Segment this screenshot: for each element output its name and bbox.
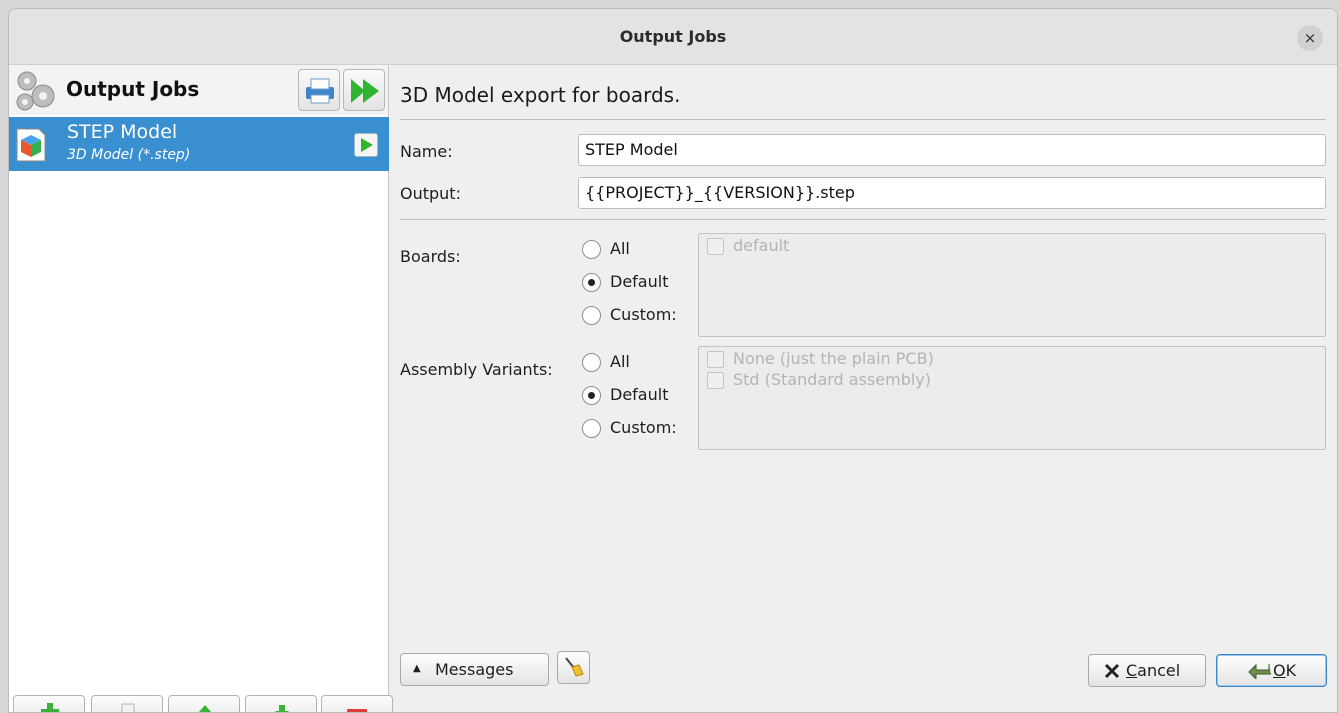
boards-option-label: Custom: bbox=[610, 305, 677, 324]
job-list-item-step-model[interactable]: STEP Model 3D Model (*.step) bbox=[9, 117, 389, 171]
job-type: 3D Model (*.step) bbox=[67, 147, 191, 163]
variant-checkbox bbox=[707, 351, 724, 368]
jobs-panel: Output Jobs STEP Model 3D Model (*.step) bbox=[9, 65, 393, 712]
add-job-button[interactable] bbox=[13, 695, 85, 712]
variants-option-label: All bbox=[610, 352, 630, 371]
move-down-button[interactable] bbox=[245, 695, 317, 712]
messages-button-label: Messages bbox=[435, 660, 514, 679]
output-label: Output: bbox=[400, 184, 461, 203]
ok-button[interactable]: OK bbox=[1216, 654, 1327, 687]
messages-button[interactable]: ▲ Messages bbox=[400, 653, 549, 686]
variants-radio-default[interactable] bbox=[582, 386, 601, 405]
run-all-button[interactable] bbox=[343, 69, 385, 111]
boards-radio-all[interactable] bbox=[582, 240, 601, 259]
job-description: 3D Model export for boards. bbox=[400, 83, 681, 107]
run-all-icon bbox=[351, 79, 379, 103]
move-up-button[interactable] bbox=[168, 695, 240, 712]
divider bbox=[400, 219, 1326, 220]
cancel-button-label: Cancel bbox=[1126, 661, 1180, 680]
boards-option-label: All bbox=[610, 239, 630, 258]
remove-icon bbox=[347, 709, 367, 712]
title-bar: Output Jobs × bbox=[9, 9, 1337, 65]
ok-button-label: OK bbox=[1273, 661, 1296, 680]
printer-icon bbox=[306, 78, 334, 104]
move-down-icon bbox=[275, 705, 289, 712]
clear-messages-button[interactable] bbox=[557, 651, 590, 684]
remove-job-button[interactable] bbox=[321, 695, 393, 712]
boards-radio-custom[interactable] bbox=[582, 306, 601, 325]
divider bbox=[400, 119, 1326, 120]
copy-job-button[interactable] bbox=[91, 695, 163, 712]
job-name: STEP Model bbox=[67, 121, 178, 143]
cancel-icon bbox=[1104, 663, 1120, 679]
jobs-header: Output Jobs bbox=[9, 65, 388, 115]
3d-model-icon bbox=[16, 128, 46, 162]
cancel-button[interactable]: Cancel bbox=[1088, 654, 1206, 687]
variants-radio-all[interactable] bbox=[582, 353, 601, 372]
boards-option-label: Default bbox=[610, 272, 669, 291]
board-checkbox bbox=[707, 238, 724, 255]
boards-radio-default[interactable] bbox=[582, 273, 601, 292]
run-job-button[interactable] bbox=[354, 133, 378, 157]
variants-label: Assembly Variants: bbox=[400, 360, 553, 379]
boards-list: default bbox=[698, 233, 1326, 337]
variant-checkbox bbox=[707, 372, 724, 389]
window-title: Output Jobs bbox=[619, 27, 727, 46]
variants-option-label: Default bbox=[610, 385, 669, 404]
copy-icon bbox=[121, 703, 135, 712]
name-label: Name: bbox=[400, 142, 453, 161]
variant-item-label: None (just the plain PCB) bbox=[733, 349, 934, 368]
variants-option-label: Custom: bbox=[610, 418, 677, 437]
gears-icon bbox=[16, 71, 55, 111]
job-actions-bar bbox=[9, 695, 393, 712]
variants-radio-custom[interactable] bbox=[582, 419, 601, 438]
cancel-label-rest: ancel bbox=[1137, 661, 1181, 680]
play-icon bbox=[361, 138, 373, 152]
close-button[interactable]: × bbox=[1297, 25, 1323, 51]
variants-list: None (just the plain PCB) Std (Standard … bbox=[698, 346, 1326, 450]
ok-arrow-icon bbox=[1248, 663, 1271, 679]
expand-arrow-icon: ▲ bbox=[413, 663, 421, 674]
add-icon bbox=[41, 703, 59, 712]
board-item-label: default bbox=[733, 236, 790, 255]
variant-item-label: Std (Standard assembly) bbox=[733, 370, 932, 389]
ok-label-rest: K bbox=[1285, 661, 1297, 680]
ok-mnemonic: O bbox=[1273, 661, 1286, 680]
cancel-mnemonic: C bbox=[1126, 661, 1138, 680]
job-settings-panel: 3D Model export for boards. Name: STEP M… bbox=[390, 65, 1337, 712]
broom-icon bbox=[565, 657, 584, 677]
boards-label: Boards: bbox=[400, 247, 461, 266]
print-button[interactable] bbox=[298, 69, 340, 111]
jobs-header-title: Output Jobs bbox=[66, 77, 200, 101]
output-jobs-dialog: Output Jobs × Output Jobs STEP Model 3D … bbox=[8, 8, 1338, 713]
move-up-icon bbox=[198, 705, 212, 712]
output-field[interactable]: {{PROJECT}}_{{VERSION}}.step bbox=[578, 177, 1326, 209]
name-field[interactable]: STEP Model bbox=[578, 134, 1326, 166]
